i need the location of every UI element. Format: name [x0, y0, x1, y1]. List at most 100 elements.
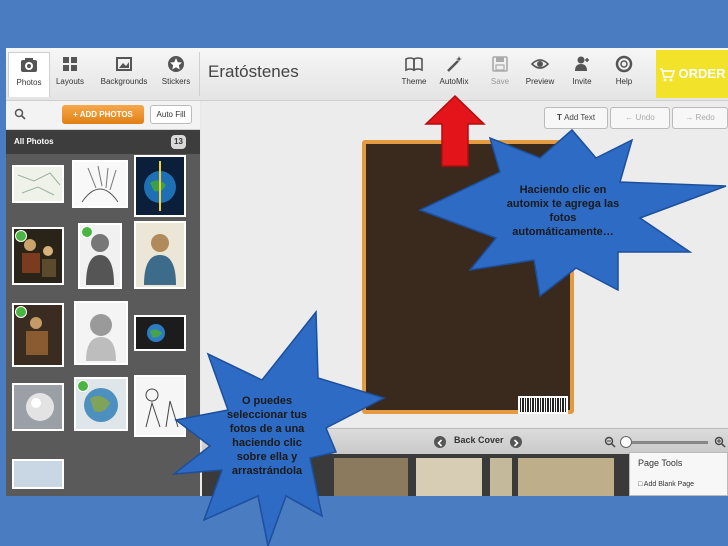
floppy-icon	[492, 56, 508, 72]
photos-panel: + ADD PHOTOS Auto Fill All Photos 13	[6, 101, 200, 496]
sketch-thumbnail-art	[145, 388, 179, 428]
selected-check-icon	[81, 226, 93, 238]
picture-icon	[116, 57, 132, 71]
cart-icon	[659, 67, 675, 81]
tab-layouts-label: Layouts	[55, 77, 85, 86]
page-thumbnail[interactable]	[518, 458, 614, 496]
page-tools-title: Page Tools	[638, 458, 683, 468]
map-thumbnail-art	[17, 172, 61, 196]
page-thumbnail[interactable]	[334, 458, 408, 496]
photo-thumbnail[interactable]	[134, 155, 186, 217]
automix-button[interactable]: AutoMix	[434, 52, 474, 96]
selected-check-icon	[15, 306, 27, 318]
star-icon	[168, 56, 184, 72]
help-button[interactable]: Help	[604, 52, 644, 96]
slide-top-border	[0, 0, 728, 48]
sphere-thumbnail-art	[26, 393, 54, 421]
portrait-thumbnail-art	[144, 234, 176, 285]
document-title[interactable]: Eratóstenes	[208, 62, 299, 82]
photo-thumbnail[interactable]	[72, 160, 128, 208]
photo-count-badge: 13	[171, 135, 186, 149]
book-icon	[405, 57, 423, 72]
photo-thumbnail[interactable]	[12, 303, 64, 367]
auto-fill-button[interactable]: Auto Fill	[150, 105, 192, 124]
invite-label: Invite	[572, 77, 592, 86]
automix-callout-text: Haciendo clic en automix te agrega las f…	[506, 184, 620, 238]
page-thumbnail[interactable]	[490, 458, 512, 496]
undo-button[interactable]: ← Undo	[610, 107, 670, 129]
invite-button[interactable]: Invite	[562, 52, 602, 96]
preview-button[interactable]: Preview	[520, 52, 560, 96]
undo-label: Undo	[635, 113, 655, 122]
toolbar-divider	[199, 52, 200, 96]
photo-thumbnail[interactable]	[12, 459, 64, 489]
automix-label: AutoMix	[439, 77, 469, 86]
all-photos-label: All Photos	[14, 137, 54, 146]
redo-button[interactable]: → Redo	[672, 107, 728, 129]
drag-callout-text: O puedes seleccionar tus fotos de a una …	[226, 395, 308, 477]
chevron-left-icon	[437, 439, 443, 447]
help-label: Help	[615, 77, 633, 86]
lifebuoy-icon	[615, 55, 633, 73]
add-text-label: Add Text	[564, 113, 596, 122]
tab-photos-label: Photos	[16, 78, 42, 87]
photo-thumbnail[interactable]	[78, 223, 122, 289]
main-toolbar: Photos Layouts Backgrounds Stickers Erat…	[6, 48, 728, 101]
next-page-button[interactable]	[510, 436, 522, 448]
globe-thumbnail-art	[144, 161, 176, 211]
undo-arrow-icon: ←	[625, 113, 636, 122]
save-button[interactable]: Save	[480, 52, 520, 96]
order-label: ORDER	[678, 66, 726, 81]
add-text-button[interactable]: T Add Text	[544, 107, 608, 129]
zoom-out-icon[interactable]	[604, 436, 616, 448]
order-button[interactable]: ORDER	[656, 50, 728, 98]
photo-thumbnail[interactable]	[134, 315, 186, 351]
diagram-thumbnail-art	[81, 165, 119, 203]
add-blank-page-label: Add Blank Page	[643, 481, 694, 488]
bust-thumbnail-art	[86, 314, 116, 361]
photo-thumbnail[interactable]	[74, 301, 128, 365]
chevron-right-icon	[513, 439, 519, 447]
current-page-label: Back Cover	[454, 435, 504, 445]
search-icon[interactable]	[14, 108, 26, 120]
selected-check-icon	[77, 380, 89, 392]
tab-backgrounds[interactable]: Backgrounds	[96, 52, 152, 96]
photo-thumbnail[interactable]	[12, 227, 64, 285]
zoom-in-icon[interactable]	[714, 436, 726, 448]
zoom-slider-track[interactable]	[620, 441, 708, 444]
previous-page-button[interactable]	[434, 436, 446, 448]
magic-wand-icon	[447, 56, 462, 72]
photo-thumbnail-grid	[6, 155, 200, 496]
redo-arrow-icon: →	[685, 113, 696, 122]
text-icon: T	[556, 113, 565, 122]
tab-stickers-label: Stickers	[161, 77, 191, 86]
tab-backgrounds-label: Backgrounds	[100, 77, 148, 86]
zoom-slider-handle[interactable]	[620, 436, 632, 448]
photo-thumbnail[interactable]	[12, 165, 64, 203]
book-back-cover[interactable]	[362, 140, 574, 414]
save-label: Save	[490, 77, 510, 86]
grid-icon	[63, 57, 77, 71]
photo-thumbnail[interactable]	[74, 377, 128, 431]
preview-label: Preview	[525, 77, 555, 86]
eye-icon	[530, 59, 550, 69]
theme-label: Theme	[401, 77, 427, 86]
add-photos-button[interactable]: + ADD PHOTOS	[62, 105, 144, 124]
photos-panel-header: + ADD PHOTOS Auto Fill	[6, 101, 200, 130]
tab-stickers[interactable]: Stickers	[156, 52, 196, 96]
barcode	[518, 396, 568, 414]
photo-thumbnail[interactable]	[12, 383, 64, 431]
globe-thumbnail-art	[147, 324, 165, 342]
photobook-editor-window: Photos Layouts Backgrounds Stickers Erat…	[6, 48, 728, 496]
page-tools-panel: Page Tools □ Add Blank Page	[629, 452, 728, 496]
tab-photos[interactable]: Photos	[8, 52, 50, 97]
all-photos-header: All Photos 13	[6, 130, 200, 154]
add-blank-page-item[interactable]: □ Add Blank Page	[638, 481, 694, 488]
photo-thumbnail[interactable]	[134, 375, 186, 437]
redo-label: Redo	[695, 113, 715, 122]
tab-layouts[interactable]: Layouts	[50, 52, 90, 96]
camera-icon	[21, 58, 37, 72]
page-thumbnail[interactable]	[416, 458, 482, 496]
photo-thumbnail[interactable]	[134, 221, 186, 289]
theme-button[interactable]: Theme	[394, 52, 434, 96]
